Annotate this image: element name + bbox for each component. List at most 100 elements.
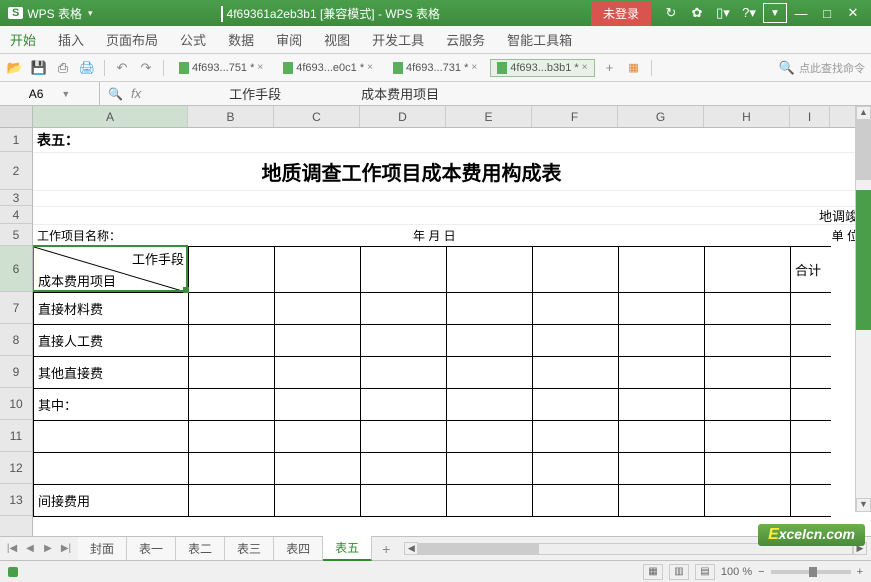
row-header-6[interactable]: 6 xyxy=(0,246,32,292)
row-indirect-cost[interactable]: 间接费用 xyxy=(34,485,189,517)
row-header-3[interactable]: 3 xyxy=(0,190,32,206)
row-header-8[interactable]: 8 xyxy=(0,324,32,356)
sheet-tab-1[interactable]: 表一 xyxy=(127,537,176,560)
col-header-G[interactable]: G xyxy=(618,106,704,127)
menu-dev-tools[interactable]: 开发工具 xyxy=(372,30,424,49)
sheet-prev-icon[interactable]: ◀ xyxy=(22,543,38,554)
help-icon[interactable]: ?▾ xyxy=(737,3,761,23)
sheet-tab-3[interactable]: 表三 xyxy=(225,537,274,560)
add-tab-icon[interactable]: + xyxy=(601,59,619,77)
row-material-cost[interactable]: 直接材料费 xyxy=(34,293,189,325)
row-labor-cost[interactable]: 直接人工费 xyxy=(34,325,189,357)
view-page-icon[interactable]: ▥ xyxy=(669,564,689,580)
col-header-C[interactable]: C xyxy=(274,106,360,127)
save-icon[interactable]: 💾 xyxy=(30,59,48,77)
row-wherein[interactable]: 其中： xyxy=(34,389,189,421)
sheet-tab-5[interactable]: 表五 xyxy=(323,536,372,561)
sheet-next-icon[interactable]: ▶ xyxy=(40,543,56,554)
scroll-left-icon[interactable]: ◀ xyxy=(404,542,418,555)
zoom-slider[interactable] xyxy=(771,570,851,574)
spreadsheet-grid[interactable]: 12345678910111213 ABCDEFGHI 表五： 地质调查工作项目… xyxy=(0,106,871,536)
maximize-button[interactable]: □ xyxy=(815,3,839,23)
dropdown-icon[interactable]: ▼ xyxy=(61,89,70,99)
table-title[interactable]: 地质调查工作项目成本费用构成表 xyxy=(33,152,790,190)
sheet-tab-cover[interactable]: 封面 xyxy=(78,537,127,560)
close-button[interactable]: ✕ xyxy=(841,3,865,23)
fx-search-icon[interactable]: 🔍 xyxy=(108,87,123,101)
print-icon[interactable]: ⎙ xyxy=(54,59,72,77)
hscroll-thumb[interactable] xyxy=(419,544,539,554)
sheet-tab-4[interactable]: 表四 xyxy=(274,537,323,560)
project-name-label[interactable]: 工作项目名称： xyxy=(33,227,188,244)
data-table[interactable]: 工作手段 成本费用项目 合计 直接材料费 直接人工费 其他直接费 其中： 间接费… xyxy=(33,246,831,517)
sheet-tab-2[interactable]: 表二 xyxy=(176,537,225,560)
menu-smart-toolbox[interactable]: 智能工具箱 xyxy=(507,30,572,49)
ribbon-toggle-icon[interactable]: ▼ xyxy=(763,3,787,23)
sync-icon[interactable]: ↻ xyxy=(659,3,683,23)
row-header-10[interactable]: 10 xyxy=(0,388,32,420)
scroll-up-icon[interactable]: ▲ xyxy=(856,106,871,120)
date-label[interactable]: 年 月 日 xyxy=(413,227,456,244)
row-header-12[interactable]: 12 xyxy=(0,452,32,484)
col-header-I[interactable]: I xyxy=(790,106,830,127)
menu-start[interactable]: 开始 xyxy=(10,30,36,49)
doc-tab-1[interactable]: 4f693...e0c1 *× xyxy=(276,59,380,77)
view-break-icon[interactable]: ▤ xyxy=(695,564,715,580)
close-tab-icon[interactable]: × xyxy=(257,62,263,73)
view-normal-icon[interactable]: ▦ xyxy=(643,564,663,580)
col-header-D[interactable]: D xyxy=(360,106,446,127)
login-button[interactable]: 未登录 xyxy=(591,1,651,26)
doc-tab-3[interactable]: 4f693...b3b1 *× xyxy=(490,59,594,77)
vertical-scrollbar[interactable]: ▲ ▼ xyxy=(855,106,871,512)
formula-input[interactable]: 工作手段 成本费用项目 xyxy=(149,84,439,103)
menu-view[interactable]: 视图 xyxy=(324,30,350,49)
row-header-13[interactable]: 13 xyxy=(0,484,32,516)
row-header-9[interactable]: 9 xyxy=(0,356,32,388)
minimize-button[interactable]: — xyxy=(789,3,813,23)
row-other-direct[interactable]: 其他直接费 xyxy=(34,357,189,389)
settings-icon[interactable]: ✿ xyxy=(685,3,709,23)
col-header-A[interactable]: A xyxy=(33,106,188,127)
doc-tab-0[interactable]: 4f693...751 *× xyxy=(172,59,270,77)
sheet-first-icon[interactable]: |◀ xyxy=(4,543,20,554)
close-tab-icon[interactable]: × xyxy=(471,62,477,73)
redo-icon[interactable]: ↷ xyxy=(137,59,155,77)
tab-list-icon[interactable]: ▦ xyxy=(625,59,643,77)
close-tab-icon[interactable]: × xyxy=(367,62,373,73)
open-icon[interactable]: 📂 xyxy=(6,59,24,77)
col-header-H[interactable]: H xyxy=(704,106,790,127)
col-header-B[interactable]: B xyxy=(188,106,274,127)
menu-review[interactable]: 审阅 xyxy=(276,30,302,49)
row-header-1[interactable]: 1 xyxy=(0,128,32,152)
command-search[interactable]: 🔍 点此查找命令 xyxy=(779,60,865,76)
fx-icon[interactable]: fx xyxy=(131,86,141,101)
row-header-2[interactable]: 2 xyxy=(0,152,32,190)
add-sheet-button[interactable]: + xyxy=(372,541,400,557)
select-all-corner[interactable] xyxy=(0,106,32,128)
dropdown-icon[interactable]: ▾ xyxy=(88,8,93,19)
skin-icon[interactable]: ▯▾ xyxy=(711,3,735,23)
menu-insert[interactable]: 插入 xyxy=(58,30,84,49)
sheet-last-icon[interactable]: ▶| xyxy=(58,543,74,554)
row-header-7[interactable]: 7 xyxy=(0,292,32,324)
scroll-thumb[interactable] xyxy=(856,120,871,180)
col-header-E[interactable]: E xyxy=(446,106,532,127)
doc-icon xyxy=(393,62,403,74)
menu-formula[interactable]: 公式 xyxy=(180,30,206,49)
close-tab-icon[interactable]: × xyxy=(582,62,588,73)
undo-icon[interactable]: ↶ xyxy=(113,59,131,77)
menu-data[interactable]: 数据 xyxy=(228,30,254,49)
row-header-5[interactable]: 5 xyxy=(0,224,32,246)
row-header-4[interactable]: 4 xyxy=(0,206,32,224)
col-header-F[interactable]: F xyxy=(532,106,618,127)
menu-page-layout[interactable]: 页面布局 xyxy=(106,30,158,49)
scroll-down-icon[interactable]: ▼ xyxy=(856,498,871,512)
doc-tab-2[interactable]: 4f693...731 *× xyxy=(386,59,484,77)
diagonal-header-cell[interactable]: 工作手段 成本费用项目 xyxy=(34,247,189,293)
row-header-11[interactable]: 11 xyxy=(0,420,32,452)
name-box[interactable]: A6 ▼ xyxy=(0,82,100,105)
cell-a1[interactable]: 表五： xyxy=(33,128,79,152)
total-header[interactable]: 合计 xyxy=(791,247,831,293)
print-preview-icon[interactable]: 🖨 xyxy=(78,59,96,77)
menu-cloud[interactable]: 云服务 xyxy=(446,30,485,49)
